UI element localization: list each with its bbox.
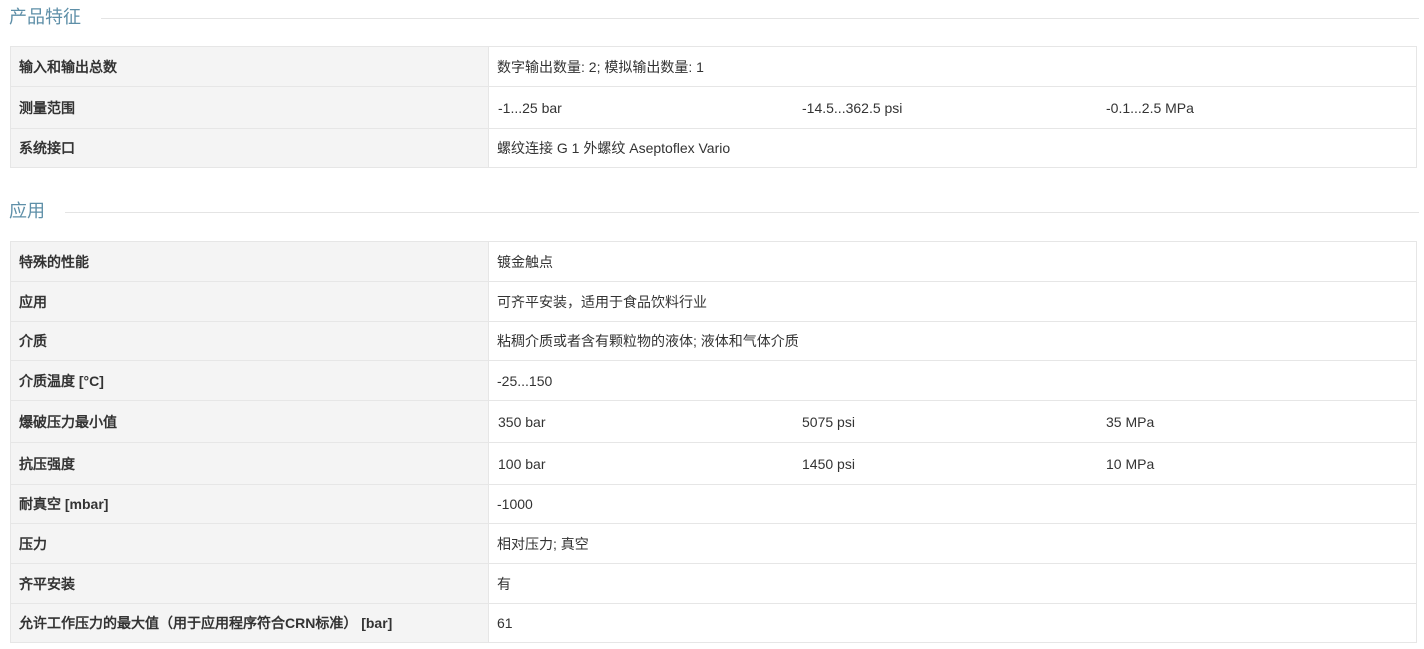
section-title: 产品特征 [9, 7, 81, 27]
row-label: 齐平安装 [10, 563, 489, 604]
row-value: -1000 [488, 484, 1417, 524]
row-value: 相对压力; 真空 [488, 523, 1417, 564]
table-row: 系统接口 螺纹连接 G 1 外螺纹 Aseptoflex Vario [10, 128, 1417, 168]
value-psi: 1450 psi [802, 455, 855, 472]
application-table: 特殊的性能 镀金触点 应用 可齐平安装，适用于食品饮料行业 介质 粘稠介质或者含… [10, 241, 1417, 643]
row-label: 压力 [10, 523, 489, 564]
row-label: 耐真空 [mbar] [10, 484, 489, 524]
row-value: 数字输出数量: 2; 模拟输出数量: 1 [488, 46, 1417, 87]
row-label: 测量范围 [10, 86, 489, 129]
features-table: 输入和输出总数 数字输出数量: 2; 模拟输出数量: 1 测量范围 -1...2… [10, 46, 1417, 168]
row-label: 系统接口 [10, 128, 489, 168]
section-title: 应用 [9, 201, 45, 221]
row-value: 61 [488, 603, 1417, 643]
table-row: 介质温度 [°C] -25...150 [10, 360, 1417, 401]
table-row: 压力 相对压力; 真空 [10, 523, 1417, 564]
section-divider [101, 17, 1419, 19]
table-row: 爆破压力最小值 350 bar 5075 psi 35 MPa [10, 400, 1417, 443]
row-value-group: 100 bar 1450 psi 10 MPa [488, 442, 1417, 485]
row-value: -25...150 [488, 360, 1417, 401]
row-label: 应用 [10, 281, 489, 322]
table-row: 抗压强度 100 bar 1450 psi 10 MPa [10, 442, 1417, 485]
row-label: 抗压强度 [10, 442, 489, 485]
section-heading-features: 产品特征 [9, 5, 1419, 29]
table-row: 介质 粘稠介质或者含有颗粒物的液体; 液体和气体介质 [10, 321, 1417, 361]
row-label: 介质 [10, 321, 489, 361]
row-value-group: 350 bar 5075 psi 35 MPa [488, 400, 1417, 443]
row-value: 螺纹连接 G 1 外螺纹 Aseptoflex Vario [488, 128, 1417, 168]
value-psi: -14.5...362.5 psi [802, 99, 903, 116]
row-value: 镀金触点 [488, 241, 1417, 282]
row-value: 可齐平安装，适用于食品饮料行业 [488, 281, 1417, 322]
table-row: 应用 可齐平安装，适用于食品饮料行业 [10, 281, 1417, 322]
value-mpa: 10 MPa [1106, 455, 1155, 472]
value-bar: 100 bar [498, 455, 546, 472]
row-value: 粘稠介质或者含有颗粒物的液体; 液体和气体介质 [488, 321, 1417, 361]
value-mpa: -0.1...2.5 MPa [1106, 99, 1194, 116]
row-value-group: -1...25 bar -14.5...362.5 psi -0.1...2.5… [488, 86, 1417, 129]
table-row: 耐真空 [mbar] -1000 [10, 484, 1417, 524]
row-label: 特殊的性能 [10, 241, 489, 282]
table-row: 特殊的性能 镀金触点 [10, 241, 1417, 282]
table-row: 输入和输出总数 数字输出数量: 2; 模拟输出数量: 1 [10, 46, 1417, 87]
row-label: 输入和输出总数 [10, 46, 489, 87]
value-mpa: 35 MPa [1106, 413, 1155, 430]
section-divider [65, 211, 1419, 213]
table-row: 允许工作压力的最大值（用于应用程序符合CRN标准） [bar] 61 [10, 603, 1417, 643]
table-row: 齐平安装 有 [10, 563, 1417, 604]
value-bar: 350 bar [498, 413, 546, 430]
row-label: 介质温度 [°C] [10, 360, 489, 401]
value-bar: -1...25 bar [498, 99, 562, 116]
value-psi: 5075 psi [802, 413, 855, 430]
row-label: 爆破压力最小值 [10, 400, 489, 443]
table-row: 测量范围 -1...25 bar -14.5...362.5 psi -0.1.… [10, 86, 1417, 129]
row-label: 允许工作压力的最大值（用于应用程序符合CRN标准） [bar] [10, 603, 489, 643]
section-heading-application: 应用 [9, 199, 1419, 223]
row-value: 有 [488, 563, 1417, 604]
